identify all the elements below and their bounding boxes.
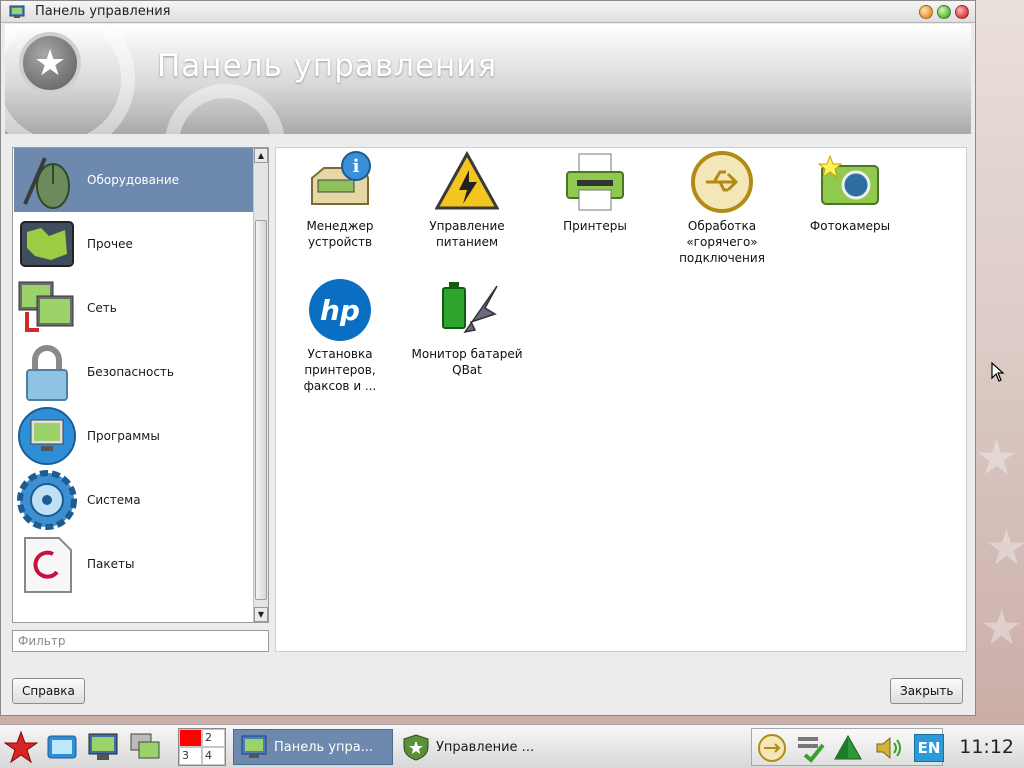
printer-icon xyxy=(563,150,627,214)
debian-swirl-icon xyxy=(17,534,77,594)
control-panel-icon xyxy=(9,5,25,18)
network-computers-icon xyxy=(17,278,77,338)
header-banner: ★ Панель управления xyxy=(5,24,971,134)
close-window-button[interactable] xyxy=(955,5,969,19)
category-label: Система xyxy=(87,493,141,507)
svg-text:i: i xyxy=(353,156,360,177)
mouse-cursor-icon xyxy=(991,362,1005,382)
task-label: Управление ... xyxy=(436,739,535,755)
gear-decoration xyxy=(165,84,285,134)
applet-cameras[interactable]: Фотокамеры xyxy=(790,150,910,234)
workspace-2[interactable]: 2 xyxy=(202,729,225,747)
category-label: Прочее xyxy=(87,237,133,251)
scroll-thumb[interactable] xyxy=(255,220,267,600)
category-label: Пакеты xyxy=(87,557,135,571)
applet-label: Управление питанием xyxy=(429,219,505,249)
task-management[interactable]: Управление ... xyxy=(396,729,556,765)
wallpaper-star: ★ xyxy=(975,430,1019,486)
category-label: Безопасность xyxy=(87,365,174,379)
star-logo-icon: ★ xyxy=(19,32,81,94)
category-packages[interactable]: Пакеты xyxy=(14,532,254,596)
usb-icon[interactable] xyxy=(754,731,790,765)
category-misc[interactable]: Прочее xyxy=(14,212,254,276)
applet-device-manager[interactable]: i Менеджер устройств xyxy=(280,150,400,250)
battery-bat-icon xyxy=(435,278,499,342)
applet-hotplug[interactable]: Обработка «горячего» подключения xyxy=(662,150,782,266)
workspace-1[interactable] xyxy=(179,729,202,747)
category-programs[interactable]: Программы xyxy=(14,404,254,468)
category-list: Оборудование Прочее Сеть Безопасность Пр… xyxy=(12,147,269,623)
padlock-icon xyxy=(17,342,77,402)
hardware-mouse-icon xyxy=(17,150,77,210)
applet-label: Установка принтеров, факсов и ... xyxy=(303,347,377,393)
category-label: Программы xyxy=(87,429,160,443)
usb-hotplug-icon xyxy=(690,150,754,214)
window-controls xyxy=(919,5,969,19)
hp-logo-icon: hp xyxy=(308,278,372,342)
wallpaper-star: ★ xyxy=(985,520,1024,576)
device-manager-icon: i xyxy=(308,150,372,214)
scroll-down-arrow-icon[interactable]: ▼ xyxy=(254,607,268,622)
workspace-3[interactable]: 3 xyxy=(179,747,202,765)
control-panel-icon xyxy=(241,735,267,758)
category-scrollbar[interactable]: ▲ ▼ xyxy=(253,148,268,622)
monitor-programs-icon xyxy=(17,406,77,466)
window-title: Панель управления xyxy=(35,4,171,19)
applet-label: Фотокамеры xyxy=(809,219,891,233)
shield-star-icon xyxy=(403,734,429,761)
maximize-button[interactable] xyxy=(937,5,951,19)
task-control-panel[interactable]: Панель упра... xyxy=(233,729,393,765)
check-list-icon[interactable] xyxy=(792,731,828,765)
volume-icon[interactable] xyxy=(870,731,906,765)
applet-label: Монитор батарей QBat xyxy=(411,347,523,377)
wallpaper-star: ★ xyxy=(980,600,1024,656)
close-button[interactable]: Закрыть xyxy=(890,678,964,704)
power-warning-icon xyxy=(435,150,499,214)
svg-text:hp: hp xyxy=(320,294,360,327)
page-title: Панель управления xyxy=(157,48,498,84)
scroll-up-arrow-icon[interactable]: ▲ xyxy=(254,148,268,163)
category-system[interactable]: Система xyxy=(14,468,254,532)
workspace-4[interactable]: 4 xyxy=(202,747,225,765)
category-network[interactable]: Сеть xyxy=(14,276,254,340)
applet-battery-monitor[interactable]: Монитор батарей QBat xyxy=(407,278,527,378)
applet-power-management[interactable]: Управление питанием xyxy=(407,150,527,250)
camera-icon xyxy=(818,150,882,214)
start-menu-star-icon[interactable] xyxy=(4,729,38,765)
applet-label: Обработка «горячего» подключения xyxy=(679,219,765,265)
minimize-button[interactable] xyxy=(919,5,933,19)
clock[interactable]: 11:12 xyxy=(959,736,1014,758)
applet-grid: i Менеджер устройств Управление питанием xyxy=(275,147,967,652)
applet-printers[interactable]: Принтеры xyxy=(535,150,655,234)
control-panel-window: Панель управления ★ Панель управления Об… xyxy=(0,0,976,716)
category-security[interactable]: Безопасность xyxy=(14,340,254,404)
show-desktop-icon[interactable] xyxy=(46,731,78,763)
applet-label: Принтеры xyxy=(563,219,627,233)
gear-disc-icon xyxy=(17,470,77,530)
window-switcher-icon[interactable] xyxy=(128,731,162,763)
network-pyramid-icon[interactable] xyxy=(830,731,866,765)
title-bar[interactable]: Панель управления xyxy=(1,1,975,23)
applet-printer-setup[interactable]: hp Установка принтеров, факсов и ... xyxy=(280,278,400,394)
category-hardware[interactable]: Оборудование xyxy=(14,148,254,212)
category-label: Оборудование xyxy=(87,173,179,187)
taskbar: 2 3 4 Панель упра... Управление ... EN 1… xyxy=(0,724,1024,768)
my-computer-icon[interactable] xyxy=(86,731,120,763)
applet-label: Менеджер устройств xyxy=(306,219,374,249)
task-label: Панель упра... xyxy=(274,739,374,755)
filter-input[interactable] xyxy=(12,630,269,652)
misc-map-icon xyxy=(17,214,77,274)
help-button[interactable]: Справка xyxy=(12,678,85,704)
workspace-pager[interactable]: 2 3 4 xyxy=(178,728,226,766)
category-label: Сеть xyxy=(87,301,117,315)
keyboard-layout-indicator[interactable]: EN xyxy=(914,734,944,762)
